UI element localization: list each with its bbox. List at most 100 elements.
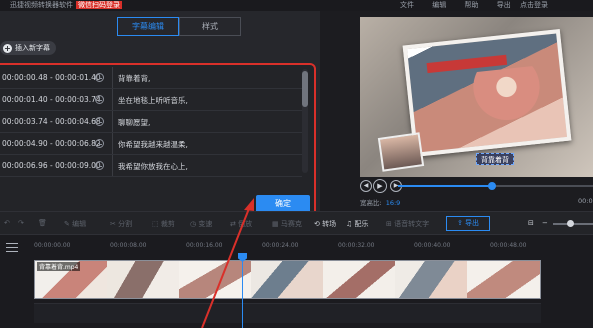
- redo-icon[interactable]: ↷: [18, 219, 24, 227]
- timeline-ruler[interactable]: 00:00:00.00 00:00:08.00 00:00:16.00 00:0…: [30, 240, 593, 256]
- toolbar-transition-label: 转场: [322, 220, 337, 228]
- subtitle-text[interactable]: 坐在地毯上听听音乐,: [118, 95, 188, 106]
- ruler-tick: 00:00:32.00: [338, 242, 375, 249]
- toolbar-music[interactable]: ♫ 配乐: [346, 219, 369, 229]
- toolbar-speech-label: 语音转文字: [394, 220, 430, 228]
- clip-thumbnail: [467, 261, 540, 298]
- play-icon[interactable]: ▶: [373, 179, 387, 193]
- insert-subtitle-label: 插入新字幕: [15, 44, 50, 52]
- toolbar-music-label: 配乐: [354, 220, 369, 228]
- prev-icon[interactable]: ◀: [360, 180, 372, 192]
- subtitle-text[interactable]: 我希望你放我在心上,: [118, 161, 188, 172]
- clock-icon[interactable]: [95, 73, 104, 82]
- app-title-text: 迅捷视频转换器软件: [10, 1, 73, 9]
- preview-panel: 背靠着背 ◀ ▶ ▶ 宽高比: 16:9 00:00: [322, 11, 593, 211]
- playhead[interactable]: [238, 253, 247, 328]
- clip-thumbnail: [107, 261, 179, 298]
- toolbar-split[interactable]: ✂ 分割: [110, 219, 132, 229]
- column-divider: [112, 67, 113, 88]
- menu-item-file[interactable]: 文件: [400, 1, 414, 9]
- preview-timecode: 00:00: [578, 197, 593, 205]
- zoom-knob[interactable]: [567, 220, 574, 227]
- clock-icon[interactable]: [95, 161, 104, 170]
- toolbar-mosaic[interactable]: ▦ 马赛克: [272, 219, 302, 229]
- fit-icon[interactable]: ⊟: [528, 219, 534, 227]
- user-login[interactable]: 点击登录: [520, 0, 548, 10]
- preview-small-photo: [377, 132, 425, 172]
- subtitle-time[interactable]: 00:00:00.48 - 00:00:01.40: [2, 73, 101, 82]
- timeline: 00:00:00.00 00:00:08.00 00:00:16.00 00:0…: [0, 235, 593, 328]
- subtitle-text[interactable]: 背靠着背,: [118, 73, 150, 84]
- tab-subtitle-edit[interactable]: 字幕编辑: [117, 17, 179, 36]
- subtitle-row[interactable]: 00:00:00.48 - 00:00:01.40 背靠着背,: [0, 67, 302, 89]
- main-menu: 文件 编辑 帮助 导出: [400, 0, 527, 10]
- toolbar-split-label: 分割: [118, 220, 133, 228]
- subtitle-row[interactable]: 00:00:03.74 - 00:00:04.68 聊聊愿望,: [0, 111, 302, 133]
- clock-icon[interactable]: [95, 139, 104, 148]
- tab-style[interactable]: 样式: [179, 17, 241, 36]
- toolbar-crop-label: 裁剪: [160, 220, 175, 228]
- title-bar: 迅捷视频转换器软件 微信扫码登录 文件 编辑 帮助 导出 点击登录: [0, 0, 593, 11]
- aspect-ratio[interactable]: 宽高比: 16:9: [360, 197, 400, 207]
- export-button[interactable]: ⇪ 导出: [446, 216, 490, 231]
- column-divider: [112, 133, 113, 154]
- toolbar-edit-label: 编辑: [72, 220, 87, 228]
- photo-subject: [469, 65, 546, 133]
- subtitle-time[interactable]: 00:00:03.74 - 00:00:04.68: [2, 117, 101, 126]
- subtitle-track[interactable]: [34, 303, 541, 323]
- toolbar-mosaic-label: 马赛克: [280, 220, 302, 228]
- scrollbar-thumb[interactable]: [302, 71, 308, 107]
- insert-subtitle-button[interactable]: + 插入新字幕: [0, 41, 56, 55]
- subtitle-list-frame: 00:00:00.48 - 00:00:01.40 背靠着背, 00:00:01…: [0, 63, 316, 219]
- app-title: 迅捷视频转换器软件 微信扫码登录: [10, 0, 122, 10]
- aspect-ratio-label: 宽高比:: [360, 199, 382, 207]
- progress-knob[interactable]: [487, 182, 496, 190]
- aspect-ratio-value[interactable]: 16:9: [386, 199, 401, 207]
- menu-item-export[interactable]: 导出: [497, 1, 511, 9]
- subtitle-row[interactable]: 00:00:06.96 - 00:00:09.00 我希望你放我在心上,: [0, 155, 302, 177]
- subtitle-text[interactable]: 你希望我越来越温柔,: [118, 139, 188, 150]
- subtitle-editor-panel: 字幕编辑 样式 + 插入新字幕 00:00:00.48 - 00:00:01.4…: [0, 11, 320, 219]
- clip-label: 背靠着背.mp4: [37, 262, 81, 271]
- subtitle-row[interactable]: 00:00:04.90 - 00:00:06.82 你希望我越来越温柔,: [0, 133, 302, 155]
- undo-icon[interactable]: ↶: [4, 219, 10, 227]
- column-divider: [112, 89, 113, 110]
- subtitle-time[interactable]: 00:00:04.90 - 00:00:06.82: [2, 139, 101, 148]
- subtitle-row[interactable]: 00:00:01.40 - 00:00:03.74 坐在地毯上听听音乐,: [0, 89, 302, 111]
- subtitle-scrollbar[interactable]: [302, 69, 308, 173]
- zoom-slider[interactable]: [553, 220, 593, 227]
- column-divider: [112, 111, 113, 132]
- toolbar-speed-label: 变速: [198, 220, 213, 228]
- toolbar-speech-to-text[interactable]: ⊞ 语音转文字: [386, 219, 429, 229]
- video-clip[interactable]: 背靠着背.mp4: [34, 260, 541, 299]
- toolbar-transition[interactable]: ⟲ 转场: [314, 219, 336, 229]
- login-badge[interactable]: 微信扫码登录: [76, 1, 122, 9]
- menu-item-edit[interactable]: 编辑: [432, 1, 446, 9]
- track-list-icon[interactable]: [6, 243, 18, 252]
- menu-item-help[interactable]: 帮助: [464, 1, 478, 9]
- subtitle-time[interactable]: 00:00:01.40 - 00:00:03.74: [2, 95, 101, 104]
- clock-icon[interactable]: [95, 117, 104, 126]
- clock-icon[interactable]: [95, 95, 104, 104]
- delete-icon[interactable]: 🗑: [38, 219, 47, 227]
- plus-icon: +: [3, 43, 12, 53]
- toolbar-crop[interactable]: ⬚ 裁剪: [152, 219, 175, 229]
- app-window: 迅捷视频转换器软件 微信扫码登录 文件 编辑 帮助 导出 点击登录 字幕编辑 样式…: [0, 0, 593, 328]
- toolbar-reverse-label: 倒放: [238, 220, 253, 228]
- zoom-out-icon[interactable]: −: [542, 219, 548, 227]
- preview-subtitle-caption[interactable]: 背靠着背: [476, 153, 514, 165]
- playback-progress[interactable]: [398, 182, 593, 190]
- subtitle-list: 00:00:00.48 - 00:00:01.40 背靠着背, 00:00:01…: [0, 67, 302, 177]
- toolbar-speed[interactable]: ◷ 变速: [190, 219, 212, 229]
- ruler-tick: 00:00:08.00: [110, 242, 147, 249]
- preview-photo-frame: [402, 29, 572, 157]
- subtitle-text[interactable]: 聊聊愿望,: [118, 117, 150, 128]
- clip-thumbnail: [251, 261, 323, 298]
- subtitle-time[interactable]: 00:00:06.96 - 00:00:09.00: [2, 161, 101, 170]
- video-preview[interactable]: 背靠着背: [360, 17, 593, 177]
- toolbar-edit[interactable]: ✎ 编辑: [64, 219, 86, 229]
- toolbar-reverse[interactable]: ⇄ 倒放: [230, 219, 252, 229]
- column-divider: [112, 155, 113, 176]
- clip-thumbnail: [179, 261, 251, 298]
- clip-thumbnail: [323, 261, 395, 298]
